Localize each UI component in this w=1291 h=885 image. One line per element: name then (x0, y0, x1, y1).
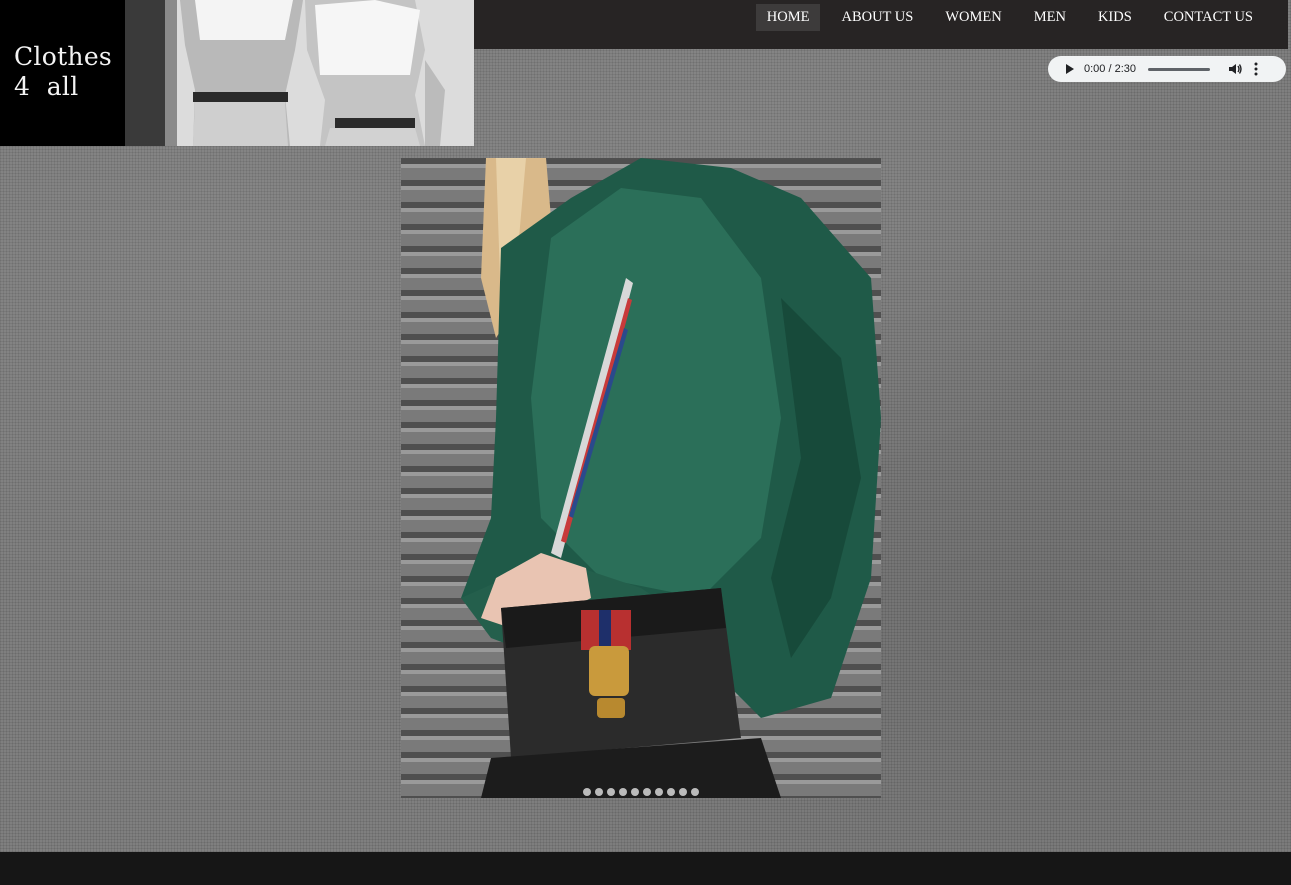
logo-photo (125, 0, 474, 146)
audio-progress-slider[interactable] (1148, 67, 1210, 71)
more-vertical-icon[interactable] (1254, 62, 1258, 76)
slide-dot-9[interactable] (679, 788, 687, 796)
nav-women[interactable]: WOMEN (934, 4, 1012, 31)
slide-dot-7[interactable] (655, 788, 663, 796)
logo-line-1: Clothes (14, 42, 113, 71)
site-logo[interactable]: Clothes 4 all (0, 0, 474, 146)
slide-dot-3[interactable] (607, 788, 615, 796)
slideshow-dots (401, 788, 881, 796)
audio-player[interactable]: 0:00 / 2:30 (1048, 56, 1286, 82)
slide-dot-8[interactable] (667, 788, 675, 796)
nav-contact-us[interactable]: CONTACT US (1153, 4, 1264, 31)
slide-dot-1[interactable] (583, 788, 591, 796)
slide-dot-5[interactable] (631, 788, 639, 796)
nav-about-us[interactable]: ABOUT US (830, 4, 924, 31)
slide-dot-10[interactable] (691, 788, 699, 796)
slide-dot-4[interactable] (619, 788, 627, 796)
logo-text: Clothes 4 all (14, 42, 112, 102)
nav-kids[interactable]: KIDS (1087, 4, 1143, 31)
slide-dot-2[interactable] (595, 788, 603, 796)
nav-men[interactable]: MEN (1023, 4, 1077, 31)
slide-dot-6[interactable] (643, 788, 651, 796)
logo-line-2: 4 all (14, 72, 79, 101)
header-bar: HOME ABOUT US WOMEN MEN KIDS CONTACT US (474, 0, 1288, 49)
main-nav: HOME ABOUT US WOMEN MEN KIDS CONTACT US (746, 4, 1264, 31)
play-icon[interactable] (1066, 64, 1074, 74)
models-photo (125, 0, 474, 146)
slideshow[interactable] (401, 158, 881, 798)
volume-icon[interactable] (1228, 62, 1242, 76)
slide-image-green-fur-coat (401, 158, 881, 798)
footer-bar (0, 852, 1291, 885)
nav-home[interactable]: HOME (755, 4, 821, 31)
audio-time: 0:00 / 2:30 (1084, 63, 1136, 75)
